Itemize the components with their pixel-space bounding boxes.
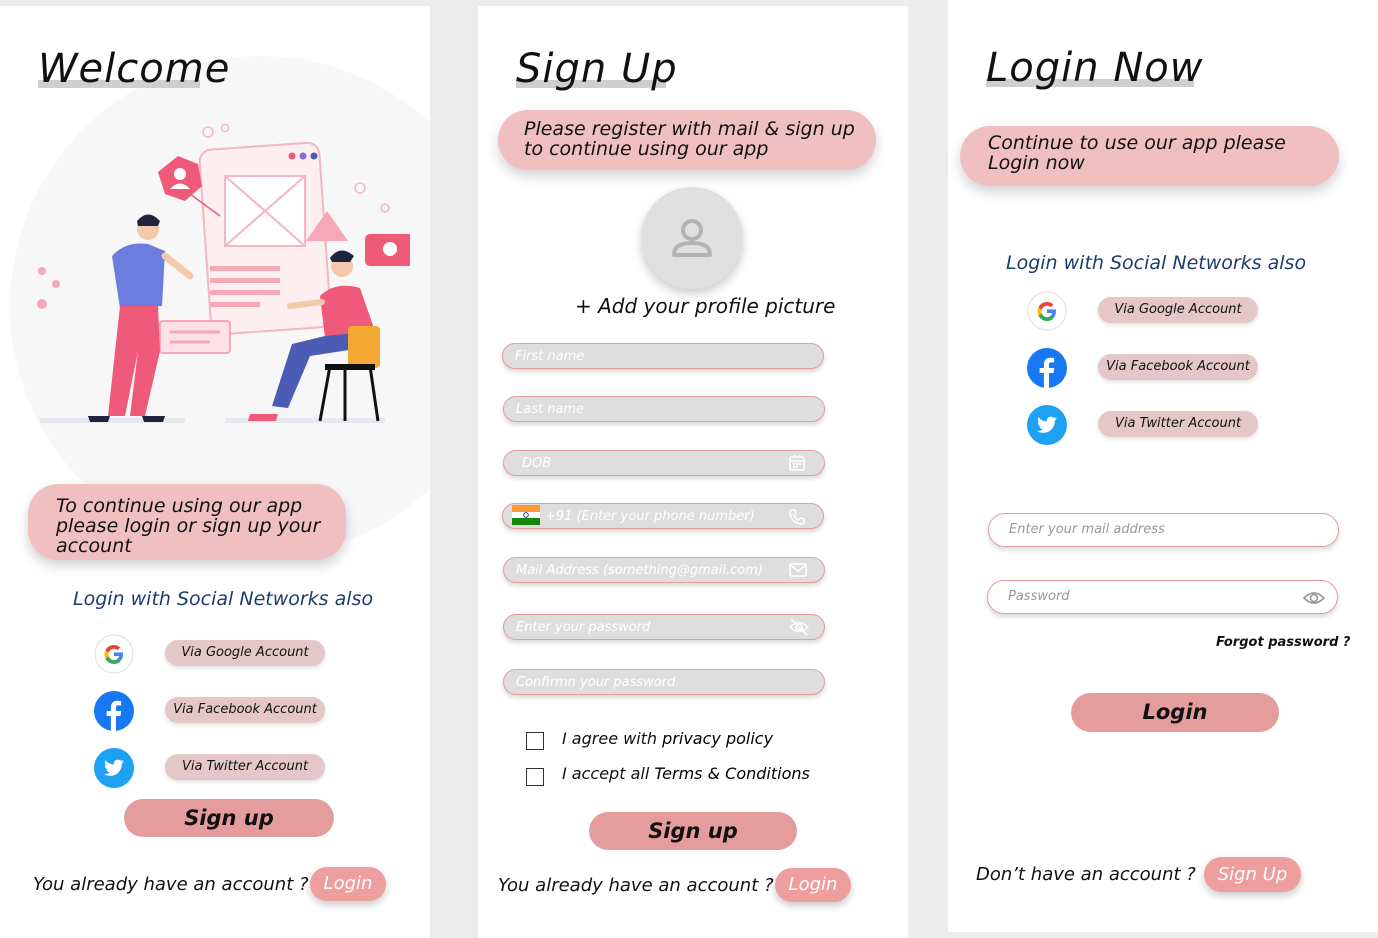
first-name-field[interactable]: First name [502, 343, 824, 369]
facebook-login-button[interactable]: Via Facebook Account [165, 697, 325, 723]
info-note-text: Continue to use our app please Login now [988, 132, 1286, 174]
login-link-button[interactable]: Login [775, 868, 851, 902]
phone-icon [788, 508, 806, 530]
google-login-button[interactable]: Via Google Account [1098, 297, 1258, 323]
signup-link-button[interactable]: Sign Up [1204, 857, 1301, 892]
welcome-illustration [37, 123, 410, 423]
privacy-prefix: I agree with [562, 729, 658, 748]
footer-question: You already have an account ? [498, 875, 774, 896]
last-name-field[interactable]: Last name [503, 396, 825, 422]
privacy-checkbox[interactable] [526, 732, 544, 750]
twitter-icon[interactable] [94, 748, 134, 792]
privacy-policy-link[interactable]: privacy policy [662, 729, 773, 748]
login-screen: Login Now Continue to use our app please… [948, 0, 1378, 932]
facebook-icon[interactable] [94, 691, 134, 735]
mail-icon [789, 562, 807, 582]
add-profile-picture-link[interactable]: + Add your profile picture [575, 294, 835, 318]
calendar-icon[interactable] [788, 454, 806, 476]
twitter-login-button[interactable]: Via Twitter Account [1098, 411, 1258, 437]
terms-prefix: I accept all [562, 764, 650, 783]
google-icon[interactable] [1027, 291, 1067, 335]
google-login-button[interactable]: Via Google Account [165, 640, 325, 666]
user-avatar-icon [672, 219, 712, 257]
password-placeholder: Password [1008, 589, 1070, 604]
phone-field[interactable]: +91 (Enter your phone number) [502, 503, 824, 529]
profile-picture-placeholder[interactable] [641, 187, 743, 289]
terms-conditions-link[interactable]: Terms & Conditions [654, 764, 809, 783]
footer-question: Don’t have an account ? [976, 864, 1196, 885]
twitter-login-button[interactable]: Via Twitter Account [165, 754, 325, 780]
info-note: Please register with mail & sign up to c… [498, 110, 876, 170]
email-field[interactable]: Enter your mail address [988, 513, 1339, 547]
email-placeholder: Enter your mail address [1009, 522, 1165, 537]
twitter-icon[interactable] [1027, 405, 1067, 449]
google-icon[interactable] [94, 634, 134, 678]
terms-label: I accept all Terms & Conditions [562, 764, 810, 783]
info-note-text: Please register with mail & sign up to c… [524, 118, 855, 160]
dob-placeholder: DOB [522, 456, 552, 471]
password-field[interactable]: Enter your password [503, 614, 825, 640]
terms-checkbox[interactable] [526, 768, 544, 786]
facebook-login-button[interactable]: Via Facebook Account [1098, 354, 1258, 380]
password-field[interactable]: Password [987, 580, 1338, 614]
info-note: Continue to use our app please Login now [960, 126, 1339, 186]
signup-button[interactable]: Sign up [124, 799, 334, 837]
welcome-screen: Welcome To continue using our app please… [0, 6, 430, 938]
info-note-text: To continue using our app please login o… [56, 495, 321, 557]
forgot-password-link[interactable]: Forgot password ? [1216, 635, 1350, 650]
page-title: Welcome [38, 46, 231, 92]
login-button[interactable]: Login [1071, 693, 1279, 732]
phone-placeholder: +91 (Enter your phone number) [545, 509, 755, 524]
facebook-icon[interactable] [1027, 348, 1067, 392]
signup-button[interactable]: Sign up [589, 812, 797, 850]
info-note: To continue using our app please login o… [28, 484, 346, 560]
privacy-label: I agree with privacy policy [562, 729, 773, 748]
page-title: Login Now [986, 45, 1204, 91]
eye-icon[interactable] [1302, 588, 1326, 612]
login-link-button[interactable]: Login [310, 867, 386, 901]
social-heading: Login with Social Networks also [73, 588, 374, 610]
footer-question: You already have an account ? [33, 874, 309, 895]
signup-screen: Sign Up Please register with mail & sign… [478, 6, 908, 938]
eye-off-icon[interactable] [788, 617, 810, 641]
mail-field[interactable]: Mail Address (something@gmail.com) [503, 557, 825, 583]
social-heading: Login with Social Networks also [1006, 252, 1307, 274]
dob-field[interactable]: DOB [503, 450, 825, 476]
india-flag-icon[interactable] [512, 505, 540, 529]
confirm-password-field[interactable]: Confirmn your password [503, 669, 825, 695]
page-title: Sign Up [516, 46, 678, 92]
